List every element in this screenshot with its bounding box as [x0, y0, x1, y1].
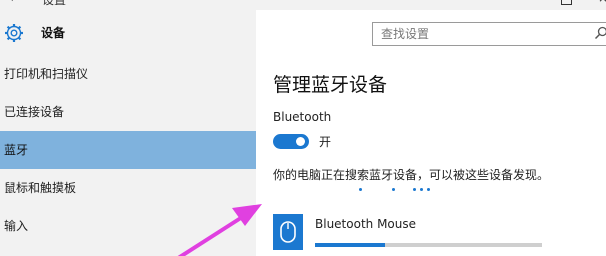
progress-dot — [359, 188, 362, 191]
sidebar-item-bluetooth[interactable]: 蓝牙 — [0, 131, 256, 169]
sidebar-item-label: 蓝牙 — [4, 143, 29, 157]
window-title: 设置 — [42, 0, 67, 7]
sidebar-item-printers-scanners[interactable]: 打印机和扫描仪 — [0, 55, 256, 93]
search-input[interactable] — [373, 23, 581, 45]
mouse-icon — [280, 221, 296, 243]
toggle-state-text: 开 — [319, 135, 332, 149]
device-progress-fill — [315, 243, 386, 247]
sidebar-item-mouse-touchpad[interactable]: 鼠标和触摸板 — [0, 169, 256, 207]
bluetooth-label: Bluetooth — [273, 110, 332, 124]
searching-status-text: 你的电脑正在搜索蓝牙设备，可以被这些设备发现。 — [273, 168, 550, 182]
sidebar-item-label: 已连接设备 — [4, 105, 65, 119]
search-icon[interactable] — [594, 26, 606, 40]
device-name: Bluetooth Mouse — [315, 217, 417, 231]
sidebar-item-typing[interactable]: 输入 — [0, 207, 256, 245]
progress-dot — [420, 188, 423, 191]
progress-dot — [392, 188, 395, 191]
sidebar-item-label: 输入 — [4, 219, 29, 233]
sidebar-title: 设备 — [41, 26, 66, 40]
device-list-item[interactable]: Bluetooth Mouse — [263, 202, 606, 256]
close-button[interactable]: × — [598, 0, 606, 5]
device-progress-bar — [315, 243, 542, 247]
progress-dot — [413, 188, 416, 191]
sidebar-header: 设备 — [0, 10, 256, 52]
device-icon-tile — [273, 214, 303, 250]
maximize-button[interactable] — [561, 0, 572, 5]
title-bar: ‹ 设置 × — [0, 0, 606, 10]
bluetooth-toggle[interactable] — [273, 134, 309, 149]
toggle-knob — [296, 137, 305, 146]
sidebar-item-connected-devices[interactable]: 已连接设备 — [0, 93, 256, 131]
progress-dot — [427, 188, 430, 191]
sidebar-item-label: 打印机和扫描仪 — [4, 67, 89, 81]
page-title: 管理蓝牙设备 — [273, 74, 388, 96]
back-button[interactable]: ‹ — [9, 0, 14, 5]
search-box — [372, 22, 606, 46]
gear-icon — [5, 24, 23, 42]
sidebar-item-label: 鼠标和触摸板 — [4, 181, 77, 195]
